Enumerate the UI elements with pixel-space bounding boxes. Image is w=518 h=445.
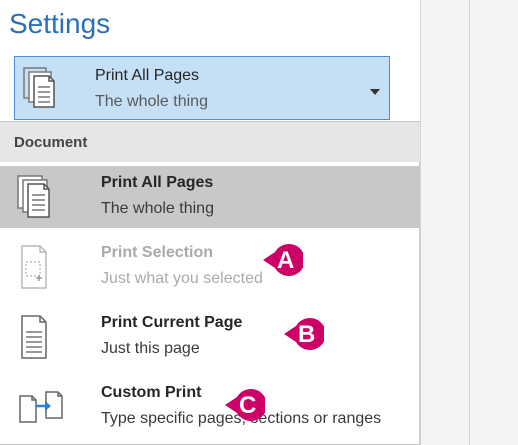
callout-badge-b: B [284, 316, 326, 352]
custom-print-icon [12, 382, 68, 439]
callout-badge-c: C [225, 387, 267, 423]
selection-page-icon [12, 242, 64, 299]
divider [469, 0, 470, 445]
item-title: Print All Pages [101, 174, 214, 191]
item-subtitle: The whole thing [101, 200, 214, 217]
preview-panel [420, 0, 518, 445]
item-title: Print Current Page [101, 314, 243, 331]
item-title: Custom Print [101, 384, 202, 401]
dropdown-selected-subtitle: The whole thing [95, 93, 208, 110]
menu-section-header: Document [0, 122, 420, 162]
print-range-menu: Document Print All Pages The whole thing [0, 121, 420, 445]
menu-item-custom-print[interactable]: Custom Print Type specific pages, sectio… [0, 376, 420, 438]
menu-item-print-selection: Print Selection Just what you selected [0, 236, 420, 298]
menu-item-print-all-pages[interactable]: Print All Pages The whole thing [0, 166, 420, 228]
pages-stack-icon [21, 65, 65, 116]
menu-item-print-current-page[interactable]: Print Current Page Just this page [0, 306, 420, 368]
settings-title: Settings [9, 8, 111, 39]
print-range-dropdown[interactable]: Print All Pages The whole thing [14, 56, 390, 120]
callout-letter: A [277, 247, 295, 274]
item-subtitle: Just what you selected [101, 270, 263, 287]
callout-letter: C [239, 392, 257, 419]
pages-stack-icon [12, 172, 64, 229]
item-title: Print Selection [101, 244, 214, 261]
callout-letter: B [298, 321, 316, 348]
item-subtitle: Just this page [101, 340, 200, 357]
dropdown-selected-title: Print All Pages [95, 67, 200, 84]
chevron-down-icon [369, 83, 381, 101]
callout-badge-a: A [263, 242, 305, 278]
section-label: Document [14, 134, 88, 151]
single-page-icon [12, 312, 64, 369]
